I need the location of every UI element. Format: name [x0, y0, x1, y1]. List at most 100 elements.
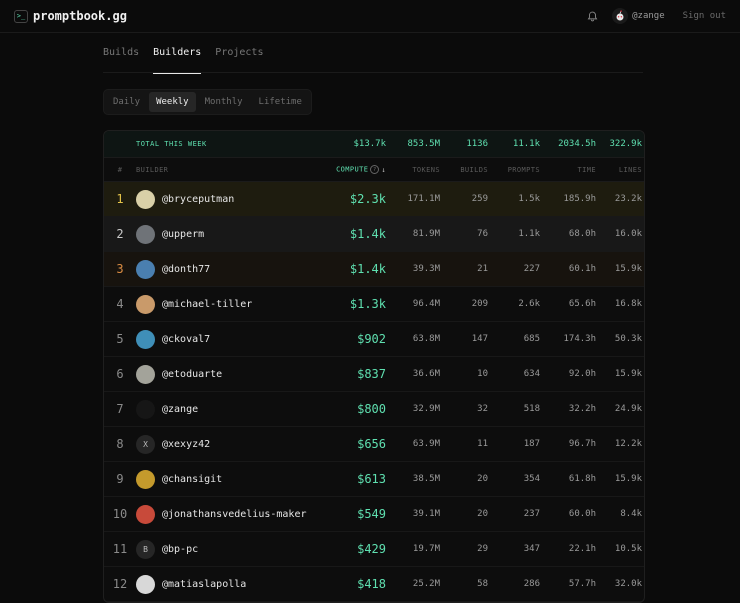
col-builds[interactable]: BUILDS: [440, 166, 488, 174]
col-builder: BUILDER: [136, 165, 169, 174]
tab-projects[interactable]: Projects: [215, 33, 263, 73]
period-daily[interactable]: Daily: [106, 92, 147, 112]
col-tokens[interactable]: TOKENS: [386, 166, 440, 174]
table-row[interactable]: 7 @zange $800 32.9M 32 518 32.2h 24.9k: [104, 392, 644, 427]
table-row[interactable]: 2 @upperm $1.4k 81.9M 76 1.1k 68.0h 16.0k: [104, 217, 644, 252]
tab-builders[interactable]: Builders: [153, 33, 202, 74]
builds-cell: 58: [477, 579, 488, 589]
period-lifetime[interactable]: Lifetime: [252, 92, 309, 112]
builds-cell: 209: [471, 299, 488, 309]
lines-cell: 15.9k: [614, 474, 642, 484]
builds-cell: 32: [477, 404, 488, 414]
bell-icon[interactable]: [587, 11, 598, 22]
builder-handle[interactable]: @jonathansvedelius-maker: [162, 509, 307, 520]
compute-value: $2.3k: [349, 192, 386, 206]
total-compute: $13.7k: [353, 139, 386, 149]
lines-cell: 24.9k: [614, 404, 642, 414]
table-row[interactable]: 5 @ckoval7 $902 63.8M 147 685 174.3h 50.3k: [104, 322, 644, 357]
sign-out-button[interactable]: Sign out: [683, 11, 726, 21]
tokens-cell: 63.9M: [412, 439, 440, 449]
avatar[interactable]: [136, 504, 155, 524]
builder-handle[interactable]: @donth77: [162, 264, 210, 275]
col-compute[interactable]: COMPUTE? ↓: [312, 165, 386, 174]
col-prompts[interactable]: PROMPTS: [488, 166, 540, 174]
table-row[interactable]: 12 @matiaslapolla $418 25.2M 58 286 57.7h 32.0k: [104, 567, 644, 602]
tokens-cell: 32.9M: [412, 404, 440, 414]
col-time[interactable]: TIME: [540, 166, 596, 174]
table-row[interactable]: 9 @chansigit $613 38.5M 20 354 61.8h 15.9k: [104, 462, 644, 497]
builder-handle[interactable]: @zange: [162, 404, 198, 415]
lines-cell: 50.3k: [614, 334, 642, 344]
lines-cell: 16.0k: [614, 229, 642, 239]
compute-cell: $2.3k: [312, 192, 386, 206]
builder-handle[interactable]: @xexyz42: [162, 439, 210, 450]
col-lines[interactable]: LINES: [596, 166, 644, 174]
rank-number: 6: [116, 367, 124, 381]
period-weekly[interactable]: Weekly: [149, 92, 196, 112]
compute-cell: $418: [312, 577, 386, 591]
avatar[interactable]: [136, 329, 155, 349]
prompts-cell: 187: [523, 439, 540, 449]
builder-handle[interactable]: @michael-tiller: [162, 299, 252, 310]
rank-cell: 9: [104, 472, 136, 486]
avatar[interactable]: [136, 224, 155, 244]
avatar[interactable]: [136, 469, 155, 489]
table-row[interactable]: 11 B @bp-pc $429 19.7M 29 347 22.1h 10.5k: [104, 532, 644, 567]
time-cell: 22.1h: [568, 544, 596, 554]
user-avatar[interactable]: [612, 8, 629, 24]
table-row[interactable]: 3 @donth77 $1.4k 39.3M 21 227 60.1h 15.9k: [104, 252, 644, 287]
tokens-cell: 63.8M: [412, 334, 440, 344]
info-icon[interactable]: ?: [370, 165, 380, 174]
builds-cell: 259: [471, 194, 488, 204]
avatar[interactable]: [136, 399, 155, 419]
builds-cell: 20: [477, 509, 488, 519]
builder-handle[interactable]: @ckoval7: [162, 334, 210, 345]
rank-cell: 5: [104, 332, 136, 346]
compute-cell: $1.3k: [312, 297, 386, 311]
tokens-cell: 38.5M: [412, 474, 440, 484]
builder-handle[interactable]: @bryceputman: [162, 194, 234, 205]
period-monthly[interactable]: Monthly: [198, 92, 250, 112]
compute-value: $418: [357, 577, 386, 591]
avatar[interactable]: X: [136, 434, 155, 454]
compute-cell: $613: [312, 472, 386, 486]
table-row[interactable]: 10 @jonathansvedelius-maker $549 39.1M 20 237…: [104, 497, 644, 532]
avatar[interactable]: [136, 574, 155, 594]
builder-cell: X @xexyz42: [136, 434, 312, 454]
builder-handle[interactable]: @upperm: [162, 229, 204, 240]
table-body: 1 @bryceputman $2.3k 171.1M 259 1.5k 185.9h 23.…: [104, 182, 644, 602]
tokens-cell: 25.2M: [412, 579, 440, 589]
prompts-cell: 286: [523, 579, 540, 589]
brand-logo[interactable]: promptbook.gg: [33, 9, 127, 23]
builds-cell: 29: [477, 544, 488, 554]
avatar[interactable]: [136, 189, 155, 209]
avatar[interactable]: [136, 294, 155, 314]
rank-number: 5: [116, 332, 124, 346]
table-row[interactable]: 6 @etoduarte $837 36.6M 10 634 92.0h 15.9k: [104, 357, 644, 392]
prompts-cell: 634: [523, 369, 540, 379]
avatar[interactable]: [136, 259, 155, 279]
builder-handle[interactable]: @etoduarte: [162, 369, 222, 380]
builder-handle[interactable]: @bp-pc: [162, 544, 198, 555]
tokens-cell: 36.6M: [412, 369, 440, 379]
rank-cell: 6: [104, 367, 136, 381]
table-row[interactable]: 4 @michael-tiller $1.3k 96.4M 209 2.6k 65.6h 16…: [104, 287, 644, 322]
total-prompts: 11.1k: [512, 139, 540, 149]
builds-cell: 76: [477, 229, 488, 239]
table-row[interactable]: 8 X @xexyz42 $656 63.9M 11 187 96.7h 12.2k: [104, 427, 644, 462]
time-cell: 60.1h: [568, 264, 596, 274]
table-row[interactable]: 1 @bryceputman $2.3k 171.1M 259 1.5k 185.9h 23.…: [104, 182, 644, 217]
tab-builds[interactable]: Builds: [103, 33, 139, 73]
avatar[interactable]: [136, 364, 155, 384]
builder-handle[interactable]: @chansigit: [162, 474, 222, 485]
table-header: # BUILDER COMPUTE? ↓ TOKENS BUILDS PROMPT…: [104, 158, 644, 182]
compute-value: $429: [357, 542, 386, 556]
avatar[interactable]: B: [136, 539, 155, 559]
total-lines: 322.9k: [609, 139, 642, 149]
username[interactable]: @zange: [632, 11, 665, 21]
rank-number: 8: [116, 437, 124, 451]
builder-cell: @donth77: [136, 259, 312, 279]
builder-handle[interactable]: @matiaslapolla: [162, 579, 246, 590]
rank-number: 9: [116, 472, 124, 486]
prompts-cell: 685: [523, 334, 540, 344]
